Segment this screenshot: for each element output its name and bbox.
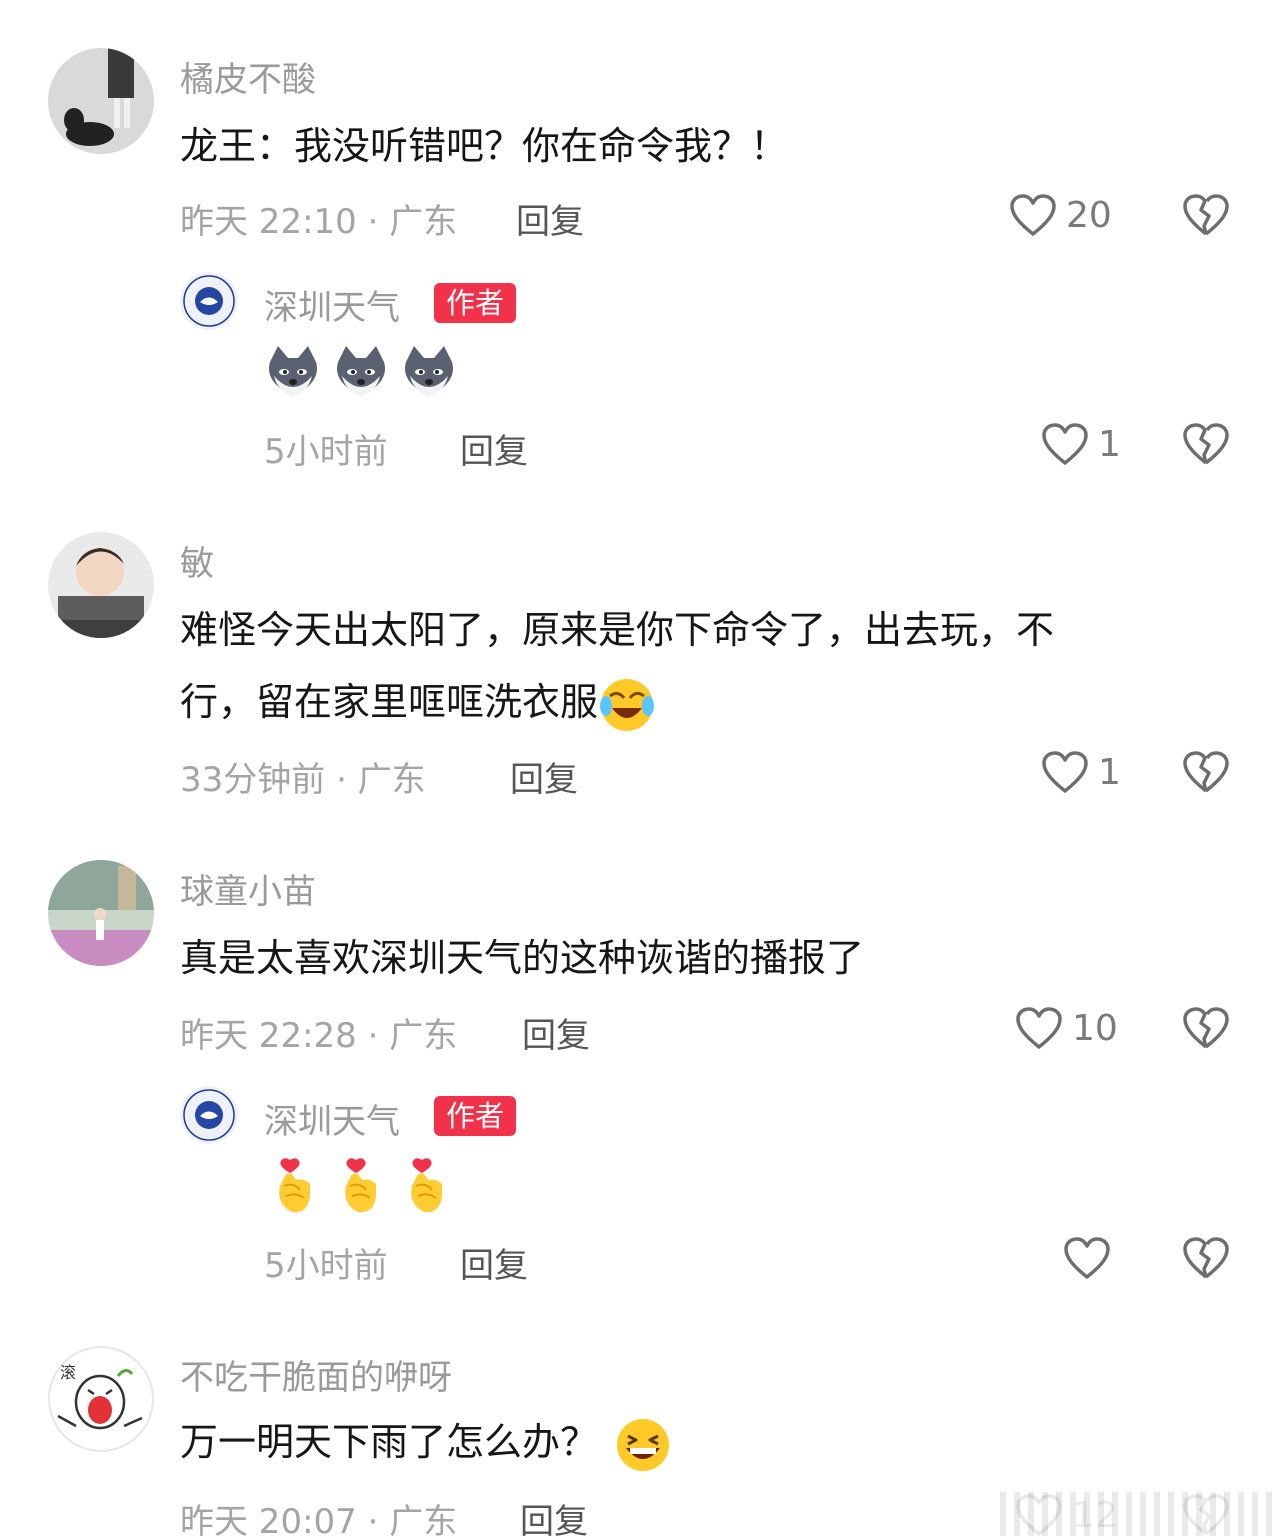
like-count: 20	[1066, 194, 1112, 236]
reply-button[interactable]: 回复	[460, 424, 528, 473]
username[interactable]: 不吃干脆面的咿呀	[180, 1350, 452, 1399]
comment-meta: 昨天 20:07 · 广东	[180, 1502, 458, 1536]
dislike-button[interactable]	[1182, 1235, 1230, 1281]
svg-text:滚: 滚	[60, 1363, 76, 1382]
dislike-button[interactable]	[1182, 192, 1230, 238]
finger-heart-emoji	[411, 1158, 442, 1213]
author-avatar[interactable]	[180, 272, 238, 330]
heart-icon	[1064, 1237, 1110, 1279]
broken-heart-icon	[1183, 751, 1229, 793]
author-avatar[interactable]	[180, 1086, 238, 1144]
reply-button[interactable]: 回复	[520, 1494, 588, 1536]
reply-button[interactable]: 回复	[510, 752, 578, 801]
comment-meta: 33分钟前 · 广东	[180, 760, 426, 800]
like-button[interactable]: 1	[1040, 421, 1121, 467]
comment-text: 真是太喜欢深圳天气的这种诙谐的播报了	[180, 936, 865, 980]
like-button[interactable]	[1062, 1235, 1120, 1281]
like-button[interactable]: 20	[1008, 192, 1112, 238]
comment-meta: 昨天 22:28 · 广东	[180, 1016, 458, 1056]
avatar[interactable]	[48, 532, 154, 638]
like-button[interactable]: 1	[1040, 749, 1121, 795]
reply-meta: 5小时前	[264, 432, 388, 472]
avatar[interactable]	[48, 860, 154, 966]
reply-button[interactable]: 回复	[522, 1008, 590, 1057]
heart-icon	[1042, 423, 1088, 465]
like-count: 10	[1072, 1007, 1118, 1049]
heart-icon	[1010, 194, 1056, 236]
broken-heart-icon	[1183, 1237, 1229, 1279]
username[interactable]: 球童小苗	[180, 864, 316, 913]
author-badge: 作者	[434, 1096, 517, 1136]
comment-text-line: 难怪今天出太阳了，原来是你下命令了，出去玩，不	[180, 608, 1055, 652]
laugh-cry-emoji	[600, 678, 655, 731]
comment-text: 龙王：我没听错吧？你在命令我？！	[180, 124, 789, 168]
author-username[interactable]: 深圳天气	[264, 1094, 400, 1143]
comment-text: 行，留在家里哐哐洗衣服	[180, 680, 599, 724]
broken-heart-icon	[1183, 423, 1229, 465]
username[interactable]: 橘皮不酸	[180, 52, 316, 101]
comment-text-line: 万一明天下雨了怎么办？	[180, 1406, 672, 1478]
comment-meta: 昨天 22:10 · 广东	[180, 202, 458, 242]
finger-heart-emoji	[345, 1158, 376, 1213]
reply-meta: 5小时前	[264, 1246, 388, 1286]
comment-text-line: 行，留在家里哐哐洗衣服	[180, 666, 656, 738]
heart-icon	[1016, 1007, 1062, 1049]
reply-button[interactable]: 回复	[516, 194, 584, 243]
username[interactable]: 敏	[180, 536, 214, 585]
like-count: 1	[1098, 751, 1121, 793]
broken-heart-icon	[1183, 1007, 1229, 1049]
heart-icon	[1042, 751, 1088, 793]
dislike-button[interactable]	[1182, 1005, 1230, 1051]
like-count: 1	[1098, 423, 1121, 465]
reply-button[interactable]: 回复	[460, 1238, 528, 1287]
comment-text: 万一明天下雨了怎么办？	[180, 1420, 599, 1464]
watermark-overlay	[1000, 1492, 1280, 1536]
dislike-button[interactable]	[1182, 749, 1230, 795]
author-username[interactable]: 深圳天气	[264, 280, 400, 329]
shiba-emoji	[336, 346, 386, 396]
dislike-button[interactable]	[1182, 421, 1230, 467]
reply-emoji-row	[266, 1156, 456, 1214]
grin-emoji	[617, 1418, 670, 1471]
avatar[interactable]	[48, 48, 154, 154]
shiba-emoji	[404, 346, 454, 396]
shiba-emoji	[268, 346, 318, 396]
broken-heart-icon	[1183, 194, 1229, 236]
author-badge: 作者	[434, 283, 517, 323]
avatar[interactable]: 滚	[48, 1346, 154, 1452]
reply-emoji-row	[264, 342, 458, 400]
like-button[interactable]: 10	[1014, 1005, 1118, 1051]
finger-heart-emoji	[279, 1158, 310, 1213]
